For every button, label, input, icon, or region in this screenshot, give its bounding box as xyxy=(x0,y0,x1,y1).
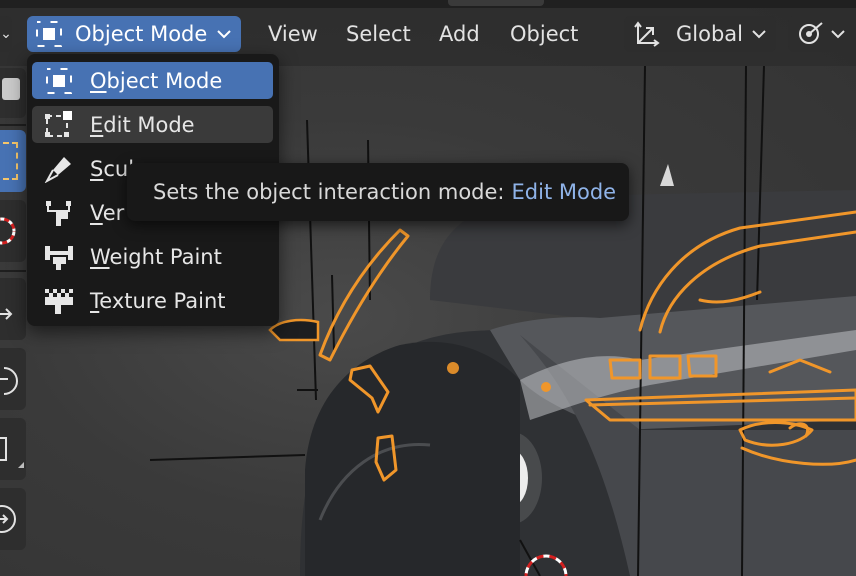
object-mode-icon xyxy=(46,68,72,94)
menu-item-weight-paint[interactable]: Weight Paint xyxy=(32,238,273,275)
menu-add[interactable]: Add xyxy=(435,16,484,52)
chevron-down-icon xyxy=(217,30,231,39)
snap-icon xyxy=(799,22,823,44)
tool-scale[interactable] xyxy=(0,418,26,480)
transform-orientation-label: Global xyxy=(676,22,743,46)
rotate-icon xyxy=(0,367,18,395)
vertex-paint-icon xyxy=(46,201,71,226)
cursor-icon xyxy=(0,217,16,245)
tooltip: Sets the object interaction mode: Edit M… xyxy=(127,163,629,221)
tool-move[interactable] xyxy=(0,278,26,340)
left-toolbar xyxy=(0,66,28,576)
menu-object[interactable]: Object xyxy=(506,16,582,52)
chevron-down-icon xyxy=(831,30,845,39)
tool-select-box[interactable] xyxy=(0,130,26,192)
transform-orientation-button[interactable]: Global xyxy=(624,16,776,52)
transform-orientation-icon xyxy=(634,21,660,47)
tooltip-text: Sets the object interaction mode: xyxy=(153,180,505,204)
transform-icon xyxy=(0,505,16,533)
tooltip-value: Edit Mode xyxy=(511,180,617,204)
texture-paint-icon xyxy=(45,289,73,314)
tool-select-mode[interactable] xyxy=(0,68,26,118)
sculpt-mode-icon xyxy=(44,157,71,183)
tool-cursor[interactable] xyxy=(0,200,26,262)
edit-mode-icon xyxy=(45,111,72,137)
menu-item-edit-mode[interactable]: Edit Mode xyxy=(32,106,273,143)
top-strip xyxy=(0,0,856,8)
chevron-down-icon: ⌄ xyxy=(0,26,12,42)
scale-icon xyxy=(0,437,24,468)
tool-rotate[interactable] xyxy=(0,348,26,410)
mode-selector-button[interactable]: Object Mode xyxy=(27,16,241,52)
select-box-icon xyxy=(2,78,20,100)
menu-select[interactable]: Select xyxy=(342,16,415,52)
menu-view[interactable]: View xyxy=(264,16,322,52)
weight-paint-icon xyxy=(45,246,73,270)
editor-type-chevron[interactable]: ⌄ xyxy=(0,16,12,52)
object-mode-icon xyxy=(36,21,62,47)
menu-item-object-mode[interactable]: Object Mode xyxy=(32,62,273,99)
move-icon xyxy=(0,308,13,320)
mode-selector-label: Object Mode xyxy=(75,22,208,46)
tool-transform[interactable] xyxy=(0,488,26,550)
select-box-icon xyxy=(0,142,18,180)
menu-item-texture-paint[interactable]: Texture Paint xyxy=(32,282,273,319)
chevron-down-icon xyxy=(752,30,766,39)
snap-button[interactable] xyxy=(788,16,856,52)
